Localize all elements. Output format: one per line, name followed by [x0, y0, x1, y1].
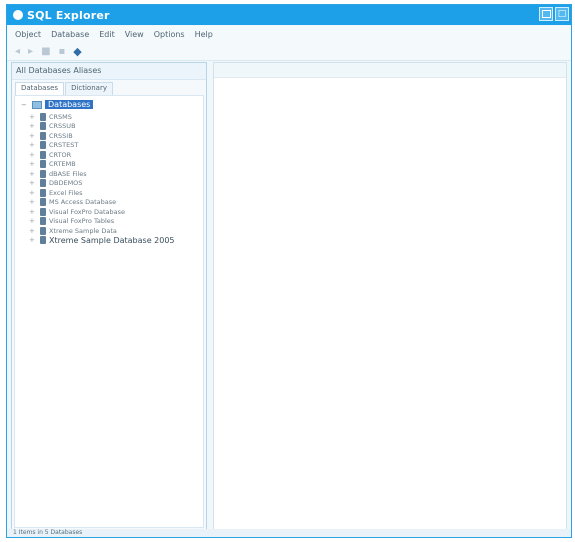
stop-icon[interactable]: ■ [41, 46, 50, 57]
expand-icon[interactable]: + [29, 141, 37, 149]
tree-item[interactable]: + MS Access Database [29, 198, 175, 208]
restore-button[interactable] [539, 7, 553, 21]
tree-item-label: CRSMS [49, 112, 72, 121]
database-item-icon [40, 122, 46, 131]
database-item-icon [40, 188, 46, 197]
tree-item[interactable]: + Excel Files [29, 188, 175, 198]
collapse-icon[interactable]: − [21, 101, 29, 109]
database-item-icon [40, 198, 46, 207]
expand-icon[interactable]: + [29, 132, 37, 140]
tree-item-label: Xtreme Sample Database 2005 [49, 235, 175, 245]
expand-icon[interactable]: + [29, 217, 37, 225]
tree-item-label: dBASE Files [49, 169, 87, 178]
expand-icon[interactable]: + [29, 113, 37, 121]
database-pane: All Databases Aliases Databases Dictiona… [11, 62, 207, 531]
menu-edit[interactable]: Edit [99, 30, 115, 39]
database-item-icon [40, 150, 46, 159]
tree-item-label: Visual FoxPro Database [49, 207, 125, 216]
expand-icon[interactable]: + [29, 122, 37, 130]
menu-object[interactable]: Object [15, 30, 41, 39]
tree-item[interactable]: + CRSMS [29, 112, 175, 122]
expand-icon[interactable]: + [29, 198, 37, 206]
tree-root-label: Databases [45, 100, 94, 109]
database-item-icon [40, 217, 46, 226]
status-bar: 1 Items in 5 Databases [7, 529, 571, 537]
tree-item[interactable]: + Xtreme Sample Database 2005 [29, 236, 175, 246]
expand-icon[interactable]: + [29, 179, 37, 187]
database-icon[interactable]: ◆ [73, 45, 81, 58]
expand-icon[interactable]: + [29, 160, 37, 168]
window-controls: □ [539, 7, 569, 21]
maximize-button[interactable]: □ [555, 7, 569, 21]
database-item-icon [40, 160, 46, 169]
database-item-icon [40, 131, 46, 140]
database-item-icon [40, 112, 46, 121]
tree-item[interactable]: + CRSSUB [29, 122, 175, 132]
database-item-icon [40, 226, 46, 235]
expand-icon[interactable]: + [29, 170, 37, 178]
tree-item-label: CRSTEST [49, 141, 79, 150]
tree-item[interactable]: + CRTOR [29, 150, 175, 160]
detail-header [214, 63, 566, 78]
tree-item-label: CRSSIB [49, 131, 73, 140]
tree-item-label: Visual FoxPro Tables [49, 217, 115, 226]
app-window: SQL Explorer □ Object Database Edit View… [6, 4, 572, 538]
database-tree[interactable]: − Databases + CRSMS + CRSSUB + CRSSIB + … [14, 95, 204, 528]
tree-item-label: CRSSUB [49, 122, 76, 131]
tree-item-label: CRTOR [49, 150, 72, 159]
expand-icon[interactable]: + [29, 236, 37, 244]
tree-item[interactable]: + dBASE Files [29, 169, 175, 179]
menu-options[interactable]: Options [154, 30, 185, 39]
cancel-icon[interactable]: ▪ [59, 46, 66, 57]
tree-item-label: Xtreme Sample Data [49, 226, 117, 235]
tree-list: + CRSMS + CRSSUB + CRSSIB + CRSTEST + CR… [29, 112, 175, 245]
menu-view[interactable]: View [125, 30, 144, 39]
menubar: Object Database Edit View Options Help [7, 26, 571, 42]
detail-pane[interactable] [213, 62, 567, 531]
tab-dictionary[interactable]: Dictionary [65, 82, 113, 96]
tree-item-label: MS Access Database [49, 198, 117, 207]
tree-item[interactable]: + Xtreme Sample Data [29, 226, 175, 236]
menu-database[interactable]: Database [51, 30, 89, 39]
menu-help[interactable]: Help [195, 30, 213, 39]
tree-item[interactable]: + CRSSIB [29, 131, 175, 141]
tree-item-label: Excel Files [49, 188, 83, 197]
databases-folder-icon [32, 100, 42, 109]
tab-databases[interactable]: Databases [15, 82, 65, 96]
tree-item-label: CRTEMB [49, 160, 76, 169]
expand-icon[interactable]: + [29, 227, 37, 235]
tree-item[interactable]: + CRSTEST [29, 141, 175, 151]
forward-icon[interactable]: ▸ [28, 46, 33, 57]
database-item-icon [40, 169, 46, 178]
back-icon[interactable]: ◂ [15, 46, 20, 57]
window-title: SQL Explorer [27, 8, 110, 22]
toolbar: ◂ ▸ ■ ▪ ◆ [7, 42, 571, 61]
expand-icon[interactable]: + [29, 208, 37, 216]
tree-item[interactable]: + CRTEMB [29, 160, 175, 170]
database-item-icon [40, 179, 46, 188]
pane-header: All Databases Aliases [12, 63, 206, 80]
app-icon [13, 10, 23, 20]
expand-icon[interactable]: + [29, 151, 37, 159]
tree-item[interactable]: + Visual FoxPro Database [29, 207, 175, 217]
pane-tabs: Databases Dictionary [12, 80, 206, 96]
database-item-icon [40, 141, 46, 150]
database-item-icon [40, 207, 46, 216]
tree-item[interactable]: + Visual FoxPro Tables [29, 217, 175, 227]
expand-icon[interactable]: + [29, 189, 37, 197]
tree-item-label: DBDEMOS [49, 179, 83, 188]
titlebar: SQL Explorer □ [7, 5, 571, 25]
database-item-icon [40, 236, 46, 245]
tree-root[interactable]: − Databases [21, 100, 94, 109]
tree-item[interactable]: + DBDEMOS [29, 179, 175, 189]
